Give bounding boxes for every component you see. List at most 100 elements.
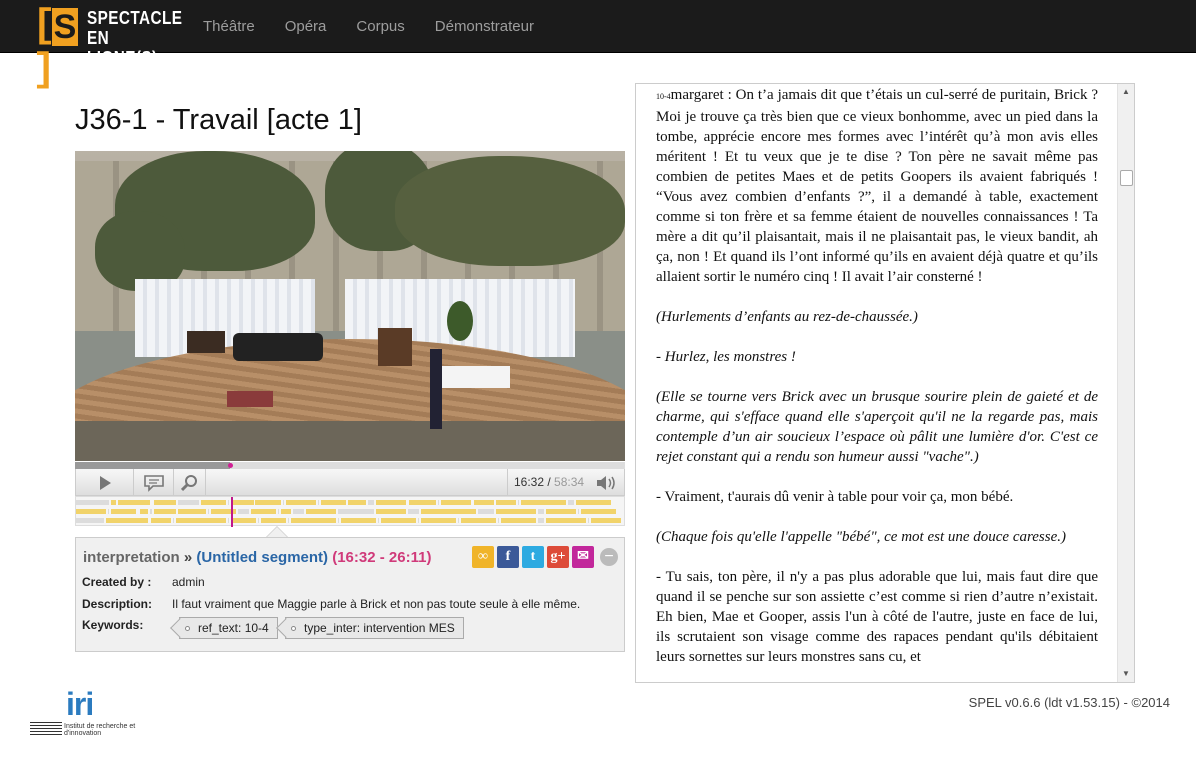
google-plus-icon[interactable]: g+	[547, 546, 569, 568]
twitter-icon[interactable]: t	[522, 546, 544, 568]
timeline-segment[interactable]	[521, 500, 566, 505]
timeline-gap	[338, 509, 374, 514]
timeline-segment[interactable]	[154, 500, 176, 505]
timeline-segment[interactable]	[111, 500, 116, 505]
top-navbar: [S] SPECTACLE EN LIGNE(S) Théâtre Opéra …	[0, 0, 1196, 93]
timeline-segment[interactable]	[421, 509, 476, 514]
spectacle-en-lignes-logo[interactable]: [S] SPECTACLE EN LIGNE(S)	[32, 5, 182, 93]
timeline-segment[interactable]	[409, 500, 436, 505]
timeline-segment[interactable]	[581, 509, 616, 514]
keyword-tag[interactable]: ref_text: 10-4	[179, 617, 278, 639]
tag-hole-icon	[185, 626, 190, 631]
progress-knob[interactable]	[228, 463, 234, 468]
timeline-segment[interactable]	[348, 500, 366, 505]
timeline-segment[interactable]	[291, 518, 336, 523]
timeline-segment[interactable]	[501, 518, 536, 523]
timeline-segment[interactable]	[251, 509, 276, 514]
timeline-gap	[293, 509, 304, 514]
timeline-gap	[283, 500, 284, 505]
timeline-segment[interactable]	[201, 500, 226, 505]
nav-link-opera[interactable]: Opéra	[270, 0, 342, 53]
timeline-segment[interactable]	[154, 509, 176, 514]
timeline-segment[interactable]	[306, 509, 336, 514]
timeline-gap	[408, 509, 419, 514]
timeline-segment[interactable]	[118, 500, 150, 505]
page-title: J36-1 - Travail [acte 1]	[75, 104, 362, 136]
dialogue-paragraph: - Vraiment, t'aurais dû venir à table po…	[656, 487, 1098, 507]
timeline-segment[interactable]	[106, 518, 148, 523]
timeline-cursor[interactable]	[230, 497, 233, 527]
timeline-segment[interactable]	[255, 500, 281, 505]
nav-links: Théâtre Opéra Corpus Démonstrateur	[188, 0, 549, 53]
timeline-segment[interactable]	[381, 518, 416, 523]
play-button[interactable]	[76, 469, 134, 496]
timeline-gap	[288, 518, 289, 523]
link-icon[interactable]: ∞	[472, 546, 494, 568]
timeline-gap	[178, 500, 199, 505]
timeline-segment[interactable]	[474, 500, 494, 505]
timeline-segment[interactable]	[461, 518, 496, 523]
logo-line-2: EN LIGNE(S)	[87, 28, 158, 68]
scrollbar-thumb[interactable]	[1120, 170, 1133, 186]
timeline-segment[interactable]	[341, 518, 376, 523]
video-frame[interactable]	[75, 151, 625, 461]
timeline-segment[interactable]	[546, 509, 576, 514]
video-cabinet	[187, 331, 225, 353]
timeline-segment[interactable]	[286, 500, 316, 505]
script-text-panel[interactable]: 10-4margaret : On t’a jamais dit que t’é…	[635, 83, 1135, 683]
timeline-segment[interactable]	[591, 518, 621, 523]
close-icon[interactable]: −	[600, 548, 618, 566]
annotation-timeline[interactable]	[75, 496, 625, 527]
facebook-icon[interactable]: f	[497, 546, 519, 568]
script-text: 10-4margaret : On t’a jamais dit que t’é…	[656, 85, 1098, 682]
paragraph-text: (Hurlements d’enfants au rez-de-chaussée…	[656, 309, 918, 325]
text-scrollbar[interactable]: ▲ ▼	[1117, 84, 1134, 682]
iri-logo[interactable]: iri Institut de recherche et d'innovatio…	[30, 686, 150, 742]
timeline-gap	[368, 500, 374, 505]
current-time: 16:32	[514, 475, 545, 489]
description-label: Description:	[82, 597, 153, 611]
timeline-segment[interactable]	[376, 509, 406, 514]
scroll-down-icon[interactable]: ▼	[1118, 666, 1134, 682]
timeline-segment[interactable]	[576, 500, 611, 505]
timeline-segment[interactable]	[261, 518, 286, 523]
timeline-segment[interactable]	[111, 509, 136, 514]
iri-logo-subtitle: Institut de recherche et d'innovation	[64, 723, 136, 737]
scroll-up-icon[interactable]: ▲	[1118, 84, 1134, 100]
timeline-segment[interactable]	[76, 509, 106, 514]
video-progress-bar[interactable]	[75, 462, 625, 469]
speaker-icon	[596, 475, 615, 490]
annotation-separator: »	[183, 549, 193, 566]
timeline-segment[interactable]	[176, 518, 226, 523]
email-icon[interactable]: ✉	[572, 546, 594, 568]
video-sofa	[233, 333, 323, 361]
timeline-gap	[76, 518, 104, 523]
timeline-segment[interactable]	[496, 509, 536, 514]
nav-link-demonstrateur[interactable]: Démonstrateur	[420, 0, 549, 53]
search-button[interactable]	[174, 469, 206, 496]
nav-link-corpus[interactable]: Corpus	[341, 0, 419, 53]
annotation-segment[interactable]: (Untitled segment)	[196, 549, 328, 566]
keyword-tag[interactable]: type_inter: intervention MES	[285, 617, 464, 639]
timeline-segment[interactable]	[421, 518, 456, 523]
timeline-segment[interactable]	[231, 500, 254, 505]
timeline-segment[interactable]	[140, 509, 148, 514]
timeline-segment[interactable]	[441, 500, 471, 505]
timeline-segment[interactable]	[546, 518, 586, 523]
iri-logo-text: iri	[66, 686, 94, 722]
nav-link-theatre[interactable]: Théâtre	[188, 0, 270, 53]
total-time: 58:34	[554, 475, 585, 489]
timeline-segment[interactable]	[376, 500, 406, 505]
timeline-segment[interactable]	[231, 518, 256, 523]
timeline-segment[interactable]	[281, 509, 291, 514]
timeline-gap	[378, 518, 379, 523]
text-reference: 10-4	[656, 92, 671, 101]
timeline-segment[interactable]	[178, 509, 206, 514]
volume-button[interactable]	[589, 469, 624, 496]
timeline-gap	[108, 509, 109, 514]
annotate-button[interactable]	[134, 469, 174, 496]
timeline-segment[interactable]	[321, 500, 346, 505]
annotation-type[interactable]: interpretation	[83, 549, 180, 566]
timeline-segment[interactable]	[151, 518, 171, 523]
timeline-segment[interactable]	[496, 500, 516, 505]
